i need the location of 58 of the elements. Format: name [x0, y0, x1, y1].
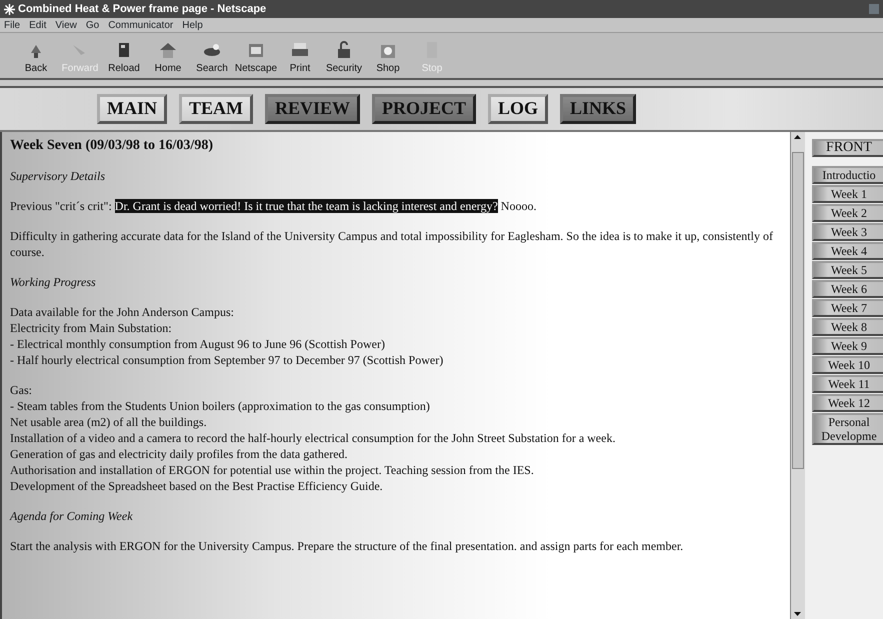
text-line: - Steam tables from the Students Union boilers (approximation to the gas consumption) — [10, 398, 431, 414]
text-line: - Half hourly electrical consumption from September 97 to December 97 (Scottish Power) — [10, 352, 444, 368]
nav-button[interactable]: PROJECT — [372, 94, 476, 124]
week-button[interactable]: Week 5 — [812, 261, 883, 279]
menu-item[interactable]: File — [4, 18, 20, 32]
quote-reply: Noooo. — [500, 199, 536, 213]
toolbar-button[interactable]: Search — [190, 39, 234, 76]
menu-item[interactable]: Edit — [29, 18, 46, 32]
week-button[interactable]: Week 4 — [812, 242, 883, 260]
text-line: Net usable area (m2) of all the buildings. — [10, 414, 208, 430]
week-button[interactable]: Week 1 — [812, 185, 883, 203]
section-heading: Working Progress — [10, 274, 97, 290]
menu-item[interactable]: Help — [182, 18, 203, 32]
menu-item[interactable]: View — [55, 18, 77, 32]
quote-label: Previous "crit´s crit": — [10, 199, 112, 213]
toolbar-button[interactable]: Back — [14, 39, 58, 76]
text-line: Generation of gas and electricity daily profiles from the data gathered. — [10, 446, 349, 462]
nav-button[interactable]: REVIEW — [264, 94, 360, 124]
week-button[interactable]: Week 3 — [812, 223, 883, 241]
window-title: Combined Heat & Power frame page - Netscape — [18, 2, 266, 17]
toolbar-button[interactable]: Shop — [366, 39, 410, 76]
nav-button[interactable]: LOG — [488, 94, 548, 124]
week-button[interactable]: Week 9 — [812, 337, 883, 355]
section-heading: Agenda for Coming Week — [10, 508, 134, 524]
text-line: Installation of a video and a camera to record the half-hourly electrical consumption for the John Street Substation for a week. — [10, 430, 616, 446]
toolbar-button[interactable]: Reload — [102, 39, 146, 76]
page-heading: Week Seven (09/03/98 to 16/03/98) — [10, 138, 214, 154]
week-button[interactable]: Week 2 — [812, 204, 883, 222]
week-button[interactable]: Week 10 — [812, 356, 883, 374]
toolbar-button[interactable]: Security — [322, 39, 366, 76]
text-line: Development of the Spreadsheet based on the Best Practise Efficiency Guide. — [10, 478, 384, 494]
week-button[interactable]: Introductio — [812, 166, 883, 184]
selected-text: Dr. Grant is dead worried! Is it true that the team is lacking interest and energy? — [114, 199, 498, 213]
week-button[interactable]: Week 6 — [812, 280, 883, 298]
toolbar-button[interactable]: Netscape — [234, 39, 278, 76]
nav-button[interactable]: TEAM — [178, 94, 253, 124]
week-button[interactable]: Week 12 — [812, 394, 883, 412]
logo-icon — [4, 4, 15, 14]
text-line: Authorisation and installation of ERGON for potential use within the project. Teaching session from the IES. — [10, 462, 535, 478]
paragraph: Difficulty in gathering accurate data for the Island of the University Campus and total impossibility for Eaglesham. So the idea is to make it up, consistently of course. — [10, 228, 774, 260]
scrollbar[interactable] — [790, 132, 805, 619]
section-heading: Supervisory Details — [10, 168, 106, 184]
front-button[interactable]: FRONT — [812, 139, 883, 157]
week-button[interactable]: Week 8 — [812, 318, 883, 336]
menu-item[interactable]: Communicator — [108, 18, 174, 32]
text-line: Data available for the John Anderson Campus: — [10, 304, 235, 320]
text-line: Electricity from Main Substation: — [10, 320, 173, 336]
week-button[interactable]: Week 11 — [812, 375, 883, 393]
paragraph: Start the analysis with ERGON for the University Campus. Prepare the structure of the final presentation. and assign parts for each member. — [10, 538, 684, 554]
text-line: Gas: — [10, 382, 33, 398]
nav-button[interactable]: MAIN — [96, 94, 167, 124]
toolbar-button[interactable]: Print — [278, 39, 322, 76]
nav-button[interactable]: LINKS — [560, 94, 636, 124]
toolbar-button[interactable]: Home — [146, 39, 190, 76]
text-line: - Electrical monthly consumption from August 96 to June 96 (Scottish Power) — [10, 336, 386, 352]
week-button[interactable]: Week 7 — [812, 299, 883, 317]
menu-item[interactable]: Go — [86, 18, 100, 32]
week-button[interactable]: Personal Developme — [812, 413, 883, 445]
